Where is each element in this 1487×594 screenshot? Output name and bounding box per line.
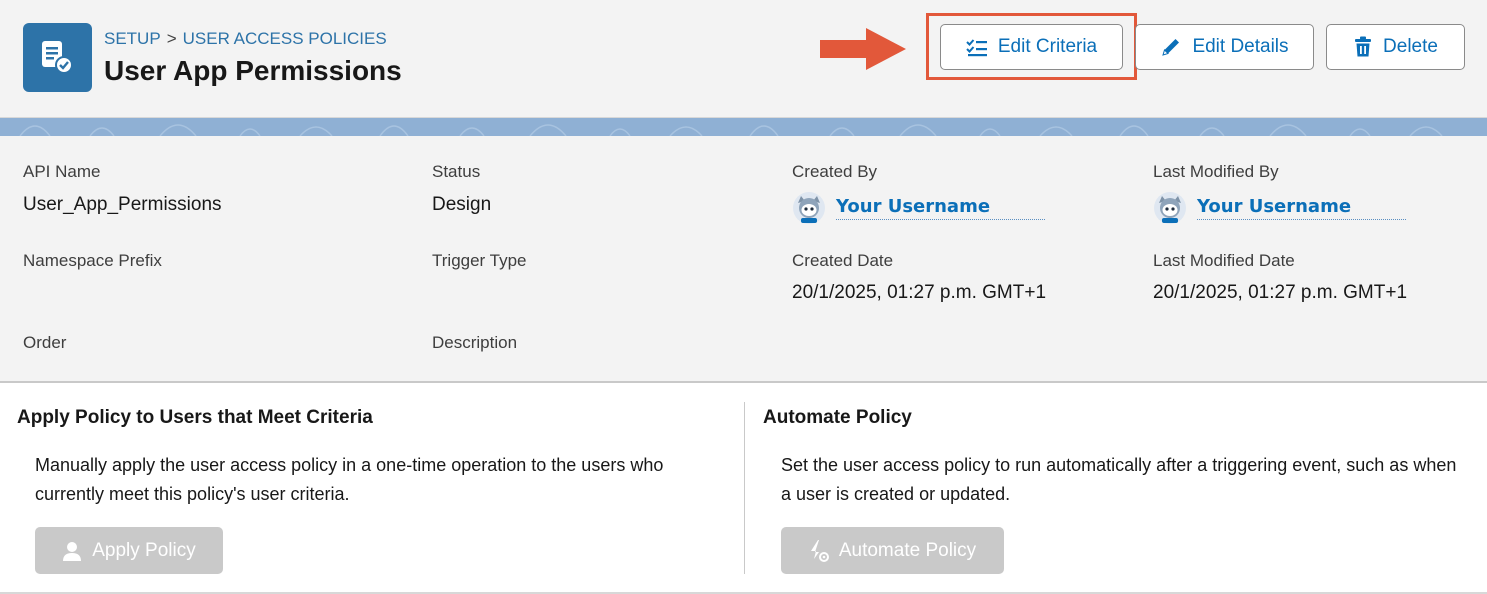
created-date-value: 20/1/2025, 01:27 p.m. GMT+1 bbox=[792, 282, 1047, 303]
lightning-gear-icon bbox=[810, 539, 829, 562]
api-name-label: API Name bbox=[23, 162, 101, 181]
trigger-type-label: Trigger Type bbox=[432, 251, 527, 270]
breadcrumb-setup-link[interactable]: SETUP bbox=[104, 29, 161, 48]
apply-policy-label: Apply Policy bbox=[92, 539, 196, 561]
edit-details-label: Edit Details bbox=[1192, 36, 1289, 57]
apply-policy-description: Manually apply the user access policy in… bbox=[35, 455, 664, 504]
trash-icon bbox=[1355, 36, 1372, 57]
policy-document-check-icon bbox=[23, 23, 92, 92]
last-modified-date-value: 20/1/2025, 01:27 p.m. GMT+1 bbox=[1153, 282, 1408, 303]
decorative-header-band bbox=[0, 118, 1487, 136]
edit-criteria-button[interactable]: Edit Criteria bbox=[940, 24, 1123, 70]
namespace-prefix-label: Namespace Prefix bbox=[23, 251, 162, 270]
astro-avatar-icon bbox=[1154, 192, 1186, 224]
edit-criteria-label: Edit Criteria bbox=[997, 36, 1098, 57]
delete-button[interactable]: Delete bbox=[1326, 24, 1465, 70]
astro-avatar-icon bbox=[793, 192, 825, 224]
api-name-value: User_App_Permissions bbox=[23, 194, 222, 215]
apply-policy-button[interactable]: Apply Policy bbox=[35, 527, 223, 574]
description-label: Description bbox=[432, 333, 518, 352]
page-header: SETUP > USER ACCESS POLICIES User App Perm… bbox=[0, 0, 1487, 118]
last-modified-by-user-link[interactable]: Your Username bbox=[1153, 191, 1406, 225]
created-date-label: Created Date bbox=[792, 251, 894, 270]
section-divider bbox=[744, 402, 745, 574]
last-modified-date-label: Last Modified Date bbox=[1153, 251, 1295, 270]
automate-policy-label: Automate Policy bbox=[838, 539, 977, 561]
created-by-user-link[interactable]: Your Username bbox=[792, 191, 1045, 225]
pencil-icon bbox=[1162, 39, 1180, 56]
order-label: Order bbox=[23, 333, 67, 352]
breadcrumb: SETUP > USER ACCESS POLICIES bbox=[104, 29, 387, 49]
created-by-username: Your Username bbox=[836, 196, 1045, 220]
status-label: Status bbox=[432, 162, 481, 181]
page-title: User App Permissions bbox=[104, 55, 402, 86]
automate-policy-button[interactable]: Automate Policy bbox=[781, 527, 1004, 574]
apply-policy-section-title: Apply Policy to Users that Meet Criteria bbox=[17, 407, 373, 428]
arrow-right-icon bbox=[820, 28, 906, 70]
user-icon bbox=[63, 541, 82, 561]
automate-policy-description: Set the user access policy to run automa… bbox=[781, 455, 1457, 504]
checklist-icon bbox=[966, 39, 987, 57]
delete-label: Delete bbox=[1383, 36, 1438, 57]
breadcrumb-user-access-policies-link[interactable]: USER ACCESS POLICIES bbox=[183, 29, 387, 48]
automate-policy-section-title: Automate Policy bbox=[763, 407, 912, 428]
status-value: Design bbox=[432, 194, 492, 215]
edit-details-button[interactable]: Edit Details bbox=[1135, 24, 1314, 70]
last-modified-by-label: Last Modified By bbox=[1153, 162, 1279, 181]
created-by-label: Created By bbox=[792, 162, 878, 181]
last-modified-by-username: Your Username bbox=[1197, 196, 1406, 220]
record-details-panel: API Name User_App_Permissions Status Des… bbox=[0, 136, 1487, 383]
breadcrumb-separator: > bbox=[166, 29, 177, 48]
